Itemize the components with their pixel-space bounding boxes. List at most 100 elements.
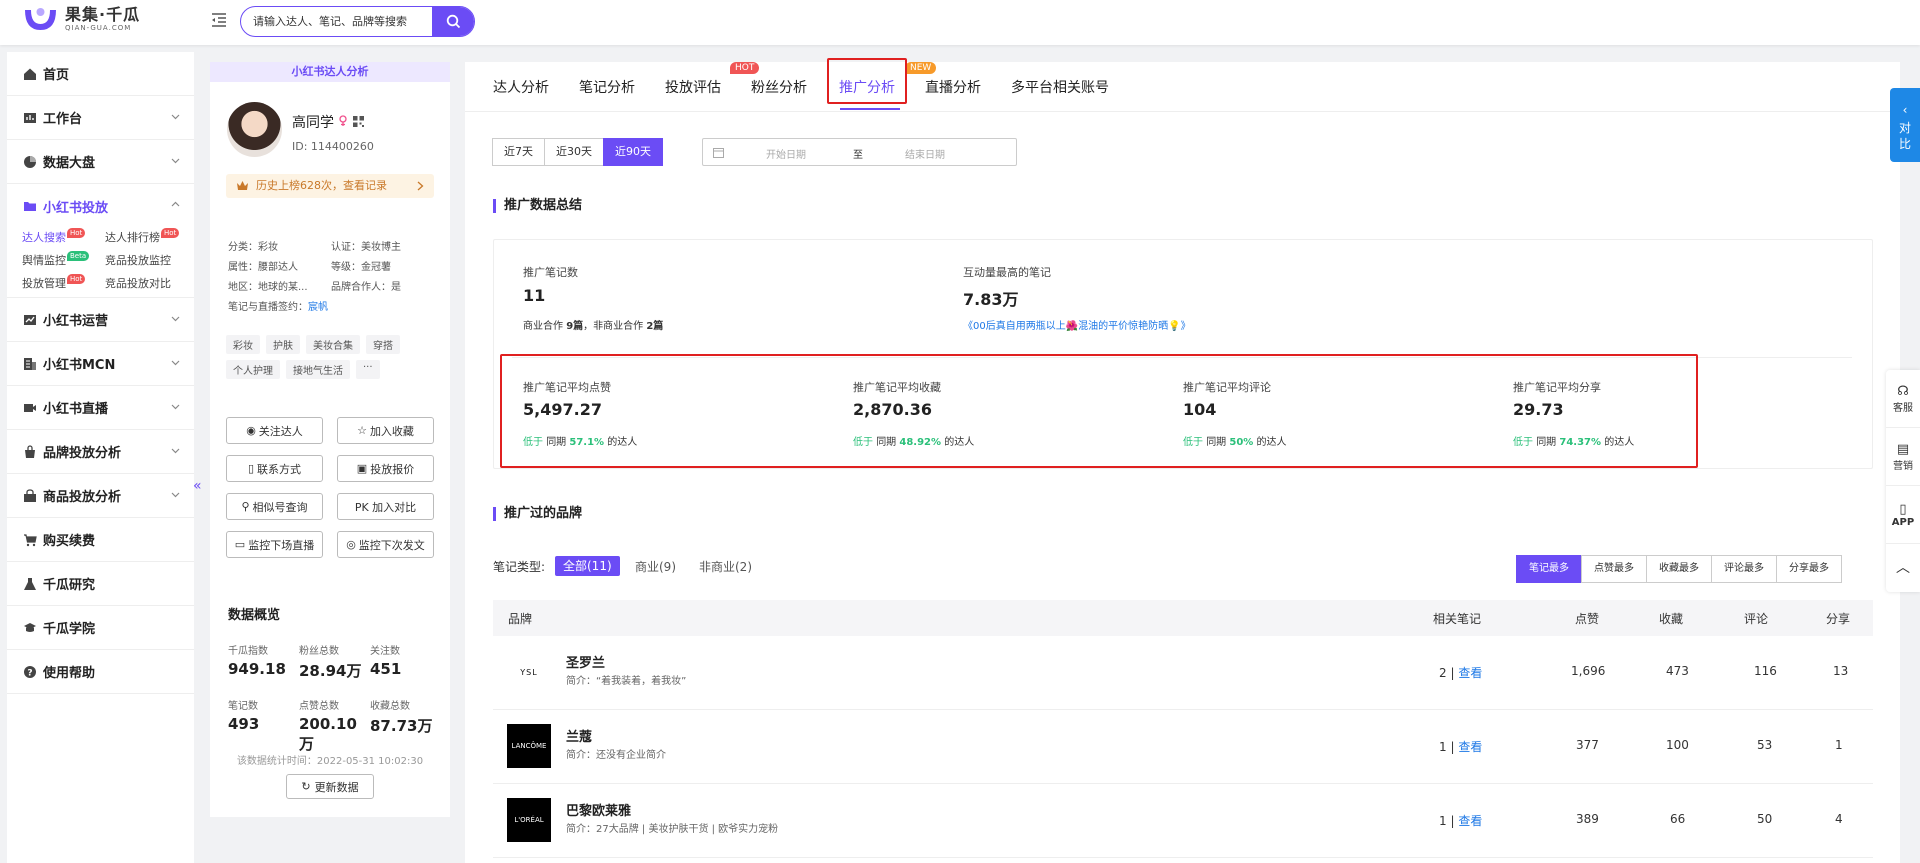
stat-timestamp: 该数据统计时间：2022-05-31 10:02:30	[236, 756, 424, 767]
logo[interactable]: 果集·千瓜 QIAN-GUA.COM	[22, 4, 140, 34]
comments-cell: 50	[1757, 812, 1773, 826]
sidebar-collapse-icon[interactable]: «	[193, 478, 205, 498]
shares-cell: 1	[1835, 738, 1843, 752]
sort-most-favorites[interactable]: 收藏最多	[1646, 555, 1712, 583]
brand-name[interactable]: 圣罗兰	[566, 652, 605, 671]
compare-float-button[interactable]: ‹ 对比	[1890, 88, 1920, 162]
more-tags[interactable]: ···	[356, 360, 380, 379]
favorites-cell: 473	[1666, 664, 1689, 678]
type-all[interactable]: 全部(11)	[555, 556, 620, 576]
shares-cell: 4	[1835, 812, 1843, 826]
stat-fans: 粉丝总数 28.94万	[299, 646, 362, 680]
submenu-competitor-compare[interactable]: 竞品投放对比	[105, 274, 195, 293]
sidebar-item-brand-analysis[interactable]: 品牌投放分析	[7, 430, 194, 474]
quote-button[interactable]: ▣ 投放报价	[337, 455, 434, 482]
tab-notes-analysis[interactable]: 笔记分析	[579, 77, 635, 97]
tag: 个人护理	[226, 360, 280, 379]
search-button[interactable]	[432, 7, 474, 36]
favorite-button[interactable]: ☆ 加入收藏	[337, 417, 434, 444]
top-note-link[interactable]: 《00后真自用两瓶以上🌺混油的平价惊艳防晒💡》	[963, 317, 1191, 332]
sidebar-item-academy[interactable]: 千瓜学院	[7, 606, 194, 650]
sidebar-item-label: 商品投放分析	[43, 490, 122, 505]
summary-title: 推广数据总结	[493, 199, 582, 213]
monitor-live-button[interactable]: ▭ 监控下场直播	[226, 531, 323, 558]
history-rank-link[interactable]: 历史上榜628次，查看记录	[226, 174, 434, 198]
sidebar-item-help[interactable]: ? 使用帮助	[7, 650, 194, 694]
tab-kol-analysis[interactable]: 达人分析	[493, 77, 549, 97]
kol-name: 高同学	[292, 112, 364, 132]
sort-most-shares[interactable]: 分享最多	[1776, 555, 1842, 583]
chevron-down-icon	[171, 114, 180, 120]
tab-multi-platform[interactable]: 多平台相关账号	[1011, 77, 1109, 97]
type-commercial[interactable]: 商业(9)	[635, 558, 676, 575]
brand-logo: LANCÔME	[507, 724, 551, 768]
view-link[interactable]: 查看	[1458, 814, 1482, 828]
chevron-down-icon	[171, 360, 180, 366]
sidebar-item-purchase[interactable]: 购买续费	[7, 518, 194, 562]
brand-name[interactable]: 兰蔻	[566, 726, 592, 745]
range-90d[interactable]: 近90天	[603, 138, 663, 166]
menu-collapse-icon[interactable]	[210, 11, 228, 29]
follow-button[interactable]: ◉ 关注达人	[226, 417, 323, 444]
type-noncommercial[interactable]: 非商业(2)	[699, 558, 752, 575]
tab-placement-eval[interactable]: 投放评估	[665, 77, 721, 97]
graduation-cap-icon	[24, 622, 36, 632]
submenu-kol-ranking[interactable]: 达人排行榜 Hot	[105, 228, 195, 247]
main-content: 达人分析 笔记分析 投放评估 粉丝分析 HOT 推广分析 直播分析 NEW 多平…	[465, 58, 1900, 863]
search-bar	[240, 6, 475, 37]
sidebar-item-xhs-mcn[interactable]: 小红书MCN	[7, 342, 194, 386]
sidebar-item-xhs-live[interactable]: 小红书直播	[7, 386, 194, 430]
col-favorites[interactable]: 收藏	[1659, 610, 1683, 627]
qrcode-icon[interactable]	[352, 116, 364, 127]
start-date[interactable]: 开始日期	[766, 146, 806, 161]
table-row[interactable]: YSL 圣罗兰 简介：“着我装着，着我妆” 2 | 查看 1,696 473 1…	[493, 636, 1873, 710]
marketing-button[interactable]: ▤ 营销	[1886, 428, 1920, 486]
sidebar-item-research[interactable]: 千瓜研究	[7, 562, 194, 606]
sidebar-item-xhs-ops[interactable]: 小红书运营	[7, 298, 194, 342]
sort-most-notes[interactable]: 笔记最多	[1516, 555, 1582, 583]
tab-live-analysis[interactable]: 直播分析	[925, 77, 981, 97]
flask-icon	[24, 577, 36, 590]
brand-desc: 简介：27大品牌 | 美妆护肤干货 | 欧爷实力宠粉	[566, 824, 779, 835]
refresh-button[interactable]: ↻ 更新数据	[286, 774, 374, 799]
submenu-placement-mgmt[interactable]: 投放管理 Hot	[22, 274, 105, 293]
tab-fans-analysis[interactable]: 粉丝分析	[751, 77, 807, 97]
sort-most-comments[interactable]: 评论最多	[1711, 555, 1777, 583]
sidebar-item-xhs-placement[interactable]: 小红书投放	[7, 184, 194, 228]
eye-icon: ◉	[246, 424, 256, 437]
logo-name: 果集·千瓜	[65, 4, 141, 24]
col-shares[interactable]: 分享	[1826, 610, 1850, 627]
avatar[interactable]	[227, 102, 282, 157]
sidebar-item-product-analysis[interactable]: 商品投放分析	[7, 474, 194, 518]
pk-compare-button[interactable]: PK 加入对比	[337, 493, 434, 520]
sidebar-item-workbench[interactable]: 工作台	[7, 96, 194, 140]
col-likes[interactable]: 点赞	[1575, 610, 1599, 627]
sidebar-item-home[interactable]: 首页	[7, 52, 194, 96]
range-30d[interactable]: 近30天	[544, 138, 604, 166]
sort-most-likes[interactable]: 点赞最多	[1581, 555, 1647, 583]
submenu-competitor-monitor[interactable]: 竞品投放监控	[105, 251, 195, 270]
submenu-sentiment[interactable]: 舆情监控 Beta	[22, 251, 105, 270]
contact-button[interactable]: ▯ 联系方式	[226, 455, 323, 482]
app-button[interactable]: ▯ APP	[1886, 486, 1920, 544]
back-to-top-button[interactable]: ︿	[1886, 544, 1920, 590]
tag: 接地气生活	[286, 360, 350, 379]
view-link[interactable]: 查看	[1458, 740, 1482, 754]
tag: 彩妆	[226, 335, 260, 354]
tab-bar: 达人分析 笔记分析 投放评估 粉丝分析 HOT 推广分析 直播分析 NEW 多平…	[465, 62, 1900, 112]
table-row[interactable]: LANCÔME 兰蔻 简介：还没有企业简介 1 | 查看 377 100 53 …	[493, 710, 1873, 784]
table-row[interactable]: L'ORÉAL 巴黎欧莱雅 简介：27大品牌 | 美妆护肤干货 | 欧爷实力宠粉…	[493, 784, 1873, 858]
date-picker[interactable]: 开始日期 至 结束日期	[702, 138, 1017, 166]
submenu-kol-search[interactable]: 达人搜索 Hot	[22, 228, 105, 247]
mcn-link[interactable]: 宸帆	[308, 302, 328, 313]
view-link[interactable]: 查看	[1458, 666, 1482, 680]
range-7d[interactable]: 近7天	[492, 138, 545, 166]
end-date[interactable]: 结束日期	[905, 146, 945, 161]
monitor-post-button[interactable]: ◎ 监控下次发文	[337, 531, 434, 558]
search-input[interactable]	[241, 7, 432, 36]
sidebar-item-dashboard[interactable]: 数据大盘	[7, 140, 194, 184]
brand-name[interactable]: 巴黎欧莱雅	[566, 800, 631, 819]
similar-search-button[interactable]: ⚲ 相似号查询	[226, 493, 323, 520]
col-comments[interactable]: 评论	[1744, 610, 1768, 627]
customer-service-button[interactable]: ☊ 客服	[1886, 370, 1920, 428]
